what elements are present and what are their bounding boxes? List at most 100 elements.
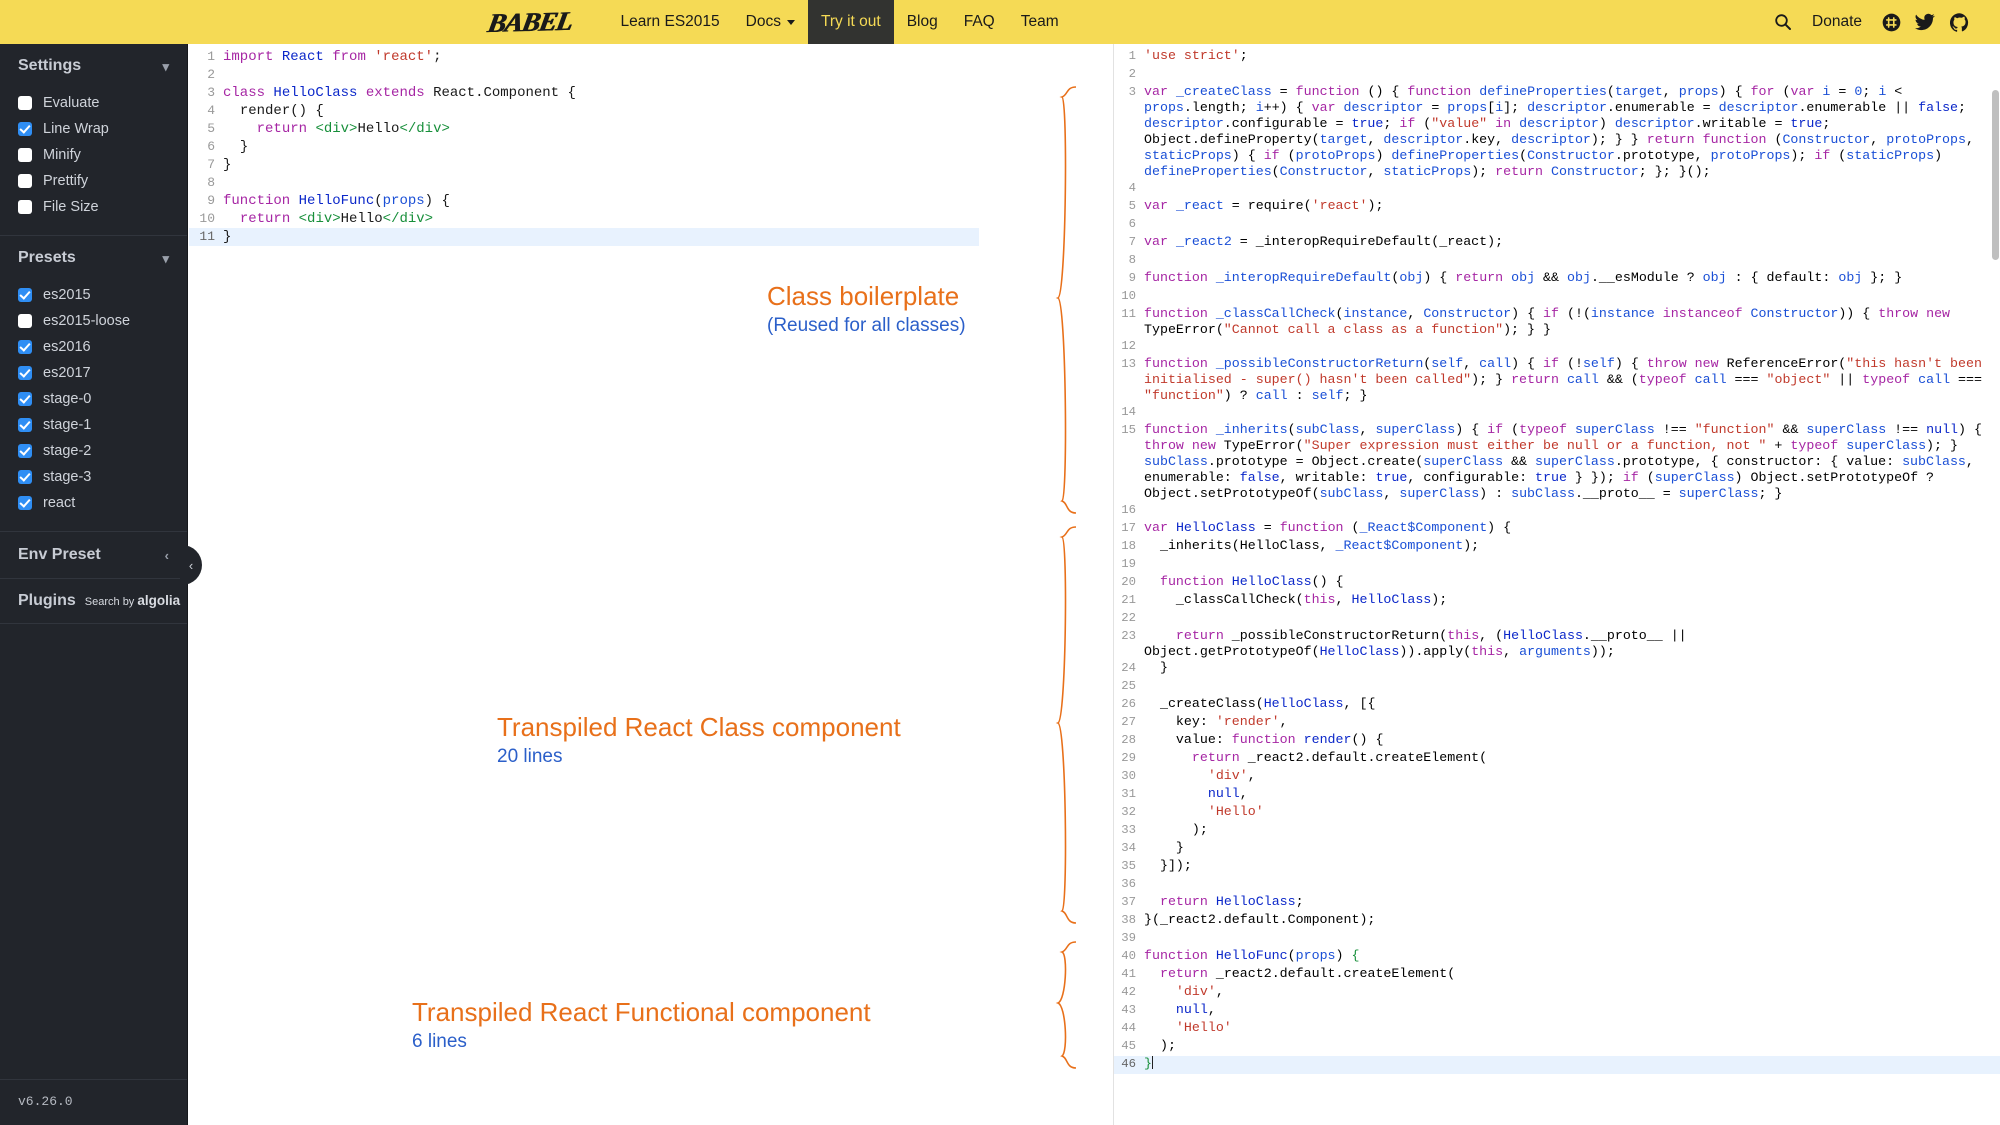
code-line: 40function HelloFunc(props) { — [1114, 948, 2000, 966]
github-icon[interactable] — [1942, 0, 1976, 44]
nav-link-try-it-out[interactable]: Try it out — [808, 0, 894, 44]
nav-link-docs[interactable]: Docs — [733, 0, 808, 44]
checkbox-stage-1[interactable] — [18, 418, 32, 432]
code-line: 31 null, — [1114, 786, 2000, 804]
setting-prettify[interactable]: Prettify — [18, 169, 187, 193]
line-number: 10 — [1114, 288, 1144, 304]
preset-stage-0[interactable]: stage-0 — [18, 387, 187, 411]
code-line: 4 render() { — [189, 102, 979, 120]
line-number: 1 — [1114, 48, 1144, 64]
env-preset-title: Env Preset — [18, 546, 101, 564]
code-line: 39 — [1114, 930, 2000, 948]
settings-section-header[interactable]: Settings ▾ — [0, 44, 187, 85]
code-text — [1144, 610, 2000, 626]
code-line: 35 }]); — [1114, 858, 2000, 876]
checkbox-file-size[interactable] — [18, 200, 32, 214]
presets-section-header[interactable]: Presets ▾ — [0, 236, 187, 277]
nav-link-learn-es2015[interactable]: Learn ES2015 — [608, 0, 733, 44]
line-number: 7 — [189, 156, 223, 174]
preset-react[interactable]: react — [18, 491, 187, 515]
line-number: 42 — [1114, 984, 1144, 1000]
checkbox-stage-2[interactable] — [18, 444, 32, 458]
nav-link-label: FAQ — [964, 13, 995, 31]
chevron-down-icon[interactable]: ▾ — [162, 60, 169, 73]
code-line: 9function HelloFunc(props) { — [189, 192, 979, 210]
babel-logo[interactable]: BABEL — [485, 5, 575, 38]
code-text: }]); — [1144, 858, 2000, 874]
checkbox-react[interactable] — [18, 496, 32, 510]
code-line: 18 _inherits(HelloClass, _React$Componen… — [1114, 538, 2000, 556]
code-line: 7} — [189, 156, 979, 174]
preset-es2015-loose[interactable]: es2015-loose — [18, 309, 187, 333]
setting-evaluate[interactable]: Evaluate — [18, 91, 187, 115]
editor-divider[interactable] — [1096, 44, 1113, 1125]
code-text — [1144, 930, 2000, 946]
slack-icon[interactable] — [1874, 0, 1908, 44]
line-number: 41 — [1114, 966, 1144, 982]
checkbox-es2017[interactable] — [18, 366, 32, 380]
preset-es2016[interactable]: es2016 — [18, 335, 187, 359]
checkbox-prettify[interactable] — [18, 174, 32, 188]
nav-link-blog[interactable]: Blog — [894, 0, 951, 44]
checkbox-minify[interactable] — [18, 148, 32, 162]
settings-list: Evaluate Line Wrap Minify Prettify File … — [0, 85, 187, 235]
code-text: value: function render() { — [1144, 732, 2000, 748]
code-text: return _possibleConstructorReturn(this, … — [1144, 628, 2000, 660]
line-number: 32 — [1114, 804, 1144, 820]
checkbox-evaluate[interactable] — [18, 96, 32, 110]
code-line: 6 } — [189, 138, 979, 156]
line-number: 6 — [1114, 216, 1144, 232]
annotation-subtitle: 6 lines — [412, 1030, 871, 1054]
chevron-down-icon[interactable]: ▾ — [162, 252, 169, 265]
chevron-left-icon[interactable]: ‹ — [165, 549, 169, 562]
search-icon[interactable] — [1766, 0, 1800, 44]
checkbox-stage-3[interactable] — [18, 470, 32, 484]
line-number: 12 — [1114, 338, 1144, 354]
babel-version: v6.26.0 — [0, 1079, 187, 1125]
code-line: 8 — [1114, 252, 2000, 270]
algolia-attribution: Search by algolia ‹ — [85, 593, 193, 608]
setting-line-wrap[interactable]: Line Wrap — [18, 117, 187, 141]
preset-label: stage-1 — [43, 417, 91, 433]
line-number: 29 — [1114, 750, 1144, 766]
checkbox-line-wrap[interactable] — [18, 122, 32, 136]
input-code-editor[interactable]: 1import React from 'react'; 2 3class Hel… — [189, 44, 979, 1125]
checkbox-stage-0[interactable] — [18, 392, 32, 406]
input-code-area[interactable]: 1import React from 'react'; 2 3class Hel… — [189, 44, 979, 246]
code-text: key: 'render', — [1144, 714, 2000, 730]
preset-stage-2[interactable]: stage-2 — [18, 439, 187, 463]
code-line: 20 function HelloClass() { — [1114, 574, 2000, 592]
line-number: 18 — [1114, 538, 1144, 554]
checkbox-es2015-loose[interactable] — [18, 314, 32, 328]
setting-file-size[interactable]: File Size — [18, 195, 187, 219]
env-preset-section-header[interactable]: Env Preset ‹ — [0, 532, 187, 579]
code-text — [1144, 502, 2000, 518]
preset-es2017[interactable]: es2017 — [18, 361, 187, 385]
preset-stage-1[interactable]: stage-1 — [18, 413, 187, 437]
twitter-icon[interactable] — [1908, 0, 1942, 44]
preset-stage-3[interactable]: stage-3 — [18, 465, 187, 489]
setting-minify[interactable]: Minify — [18, 143, 187, 167]
code-text: function _inherits(subClass, superClass)… — [1144, 422, 2000, 502]
annotation-title: Class boilerplate — [767, 281, 966, 311]
checkbox-es2016[interactable] — [18, 340, 32, 354]
donate-link[interactable]: Donate — [1800, 0, 1874, 44]
plugins-section-header[interactable]: Plugins Search by algolia ‹ — [0, 579, 187, 624]
nav-link-faq[interactable]: FAQ — [951, 0, 1008, 44]
code-line: 45 ); — [1114, 1038, 2000, 1056]
code-text: var _react2 = _interopRequireDefault(_re… — [1144, 234, 2000, 250]
code-text: null, — [1144, 1002, 2000, 1018]
line-number: 13 — [1114, 356, 1144, 372]
line-number: 30 — [1114, 768, 1144, 784]
code-text: } — [1144, 660, 2000, 676]
code-text: return <div>Hello</div> — [223, 210, 979, 228]
brace-transpiled-class — [1048, 525, 1078, 925]
nav-link-team[interactable]: Team — [1008, 0, 1072, 44]
preset-label: stage-3 — [43, 469, 91, 485]
line-number: 2 — [1114, 66, 1144, 82]
checkbox-es2015[interactable] — [18, 288, 32, 302]
line-number: 9 — [189, 192, 223, 210]
preset-es2015[interactable]: es2015 — [18, 283, 187, 307]
output-code-editor[interactable]: 1'use strict'; 2 3var _createClass = fun… — [1113, 44, 2000, 1125]
code-line: 10 return <div>Hello</div> — [189, 210, 979, 228]
